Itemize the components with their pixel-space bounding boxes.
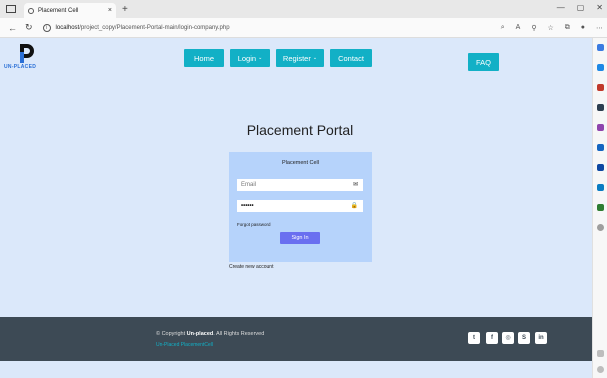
- nav-login-label: Login: [237, 53, 257, 63]
- page: UN-PLACED Home Login ⌄ Register ⌄ Contact …: [0, 38, 592, 378]
- sidebar-games-icon[interactable]: [597, 124, 604, 131]
- nav-contact[interactable]: Contact: [330, 49, 372, 67]
- create-account-link[interactable]: Create new account: [229, 264, 273, 270]
- sidebar-tools-icon[interactable]: [597, 104, 604, 111]
- sidebar-layout-icon[interactable]: [597, 350, 604, 357]
- extensions-icon[interactable]: ⚲: [531, 24, 536, 32]
- nav-home-label: Home: [193, 53, 214, 63]
- tab-actions-icon[interactable]: [6, 5, 16, 13]
- url-host: localhost: [55, 24, 80, 31]
- sidebar-settings-icon[interactable]: [597, 366, 604, 373]
- password-value: ••••••: [241, 203, 254, 209]
- email-icon: ✉: [352, 182, 358, 188]
- site-logo[interactable]: UN-PLACED: [4, 42, 50, 74]
- page-title: Placement Portal: [246, 122, 354, 138]
- sidebar-send-icon[interactable]: [597, 184, 604, 191]
- sidebar-bing-icon[interactable]: [597, 64, 604, 71]
- tab-favicon-icon: [28, 7, 34, 14]
- nav-faq[interactable]: FAQ: [468, 53, 499, 71]
- password-field[interactable]: •••••• 🔒: [237, 200, 363, 212]
- site-info-icon[interactable]: i: [42, 23, 51, 32]
- back-icon[interactable]: ←: [8, 23, 17, 33]
- tab-title: Placement Cell: [38, 7, 79, 14]
- chevron-down-icon: ⌄: [258, 55, 263, 61]
- copyright-brand: Un-placed: [186, 331, 214, 337]
- login-card: Placement Cell Email ✉ •••••• 🔒 Forgot p…: [229, 152, 372, 262]
- twitter-icon[interactable]: t: [468, 332, 480, 344]
- collections-icon[interactable]: ⧉: [565, 24, 570, 32]
- refresh-icon[interactable]: ↻: [25, 22, 33, 33]
- logo-text: UN-PLACED: [4, 64, 37, 70]
- profile-icon[interactable]: ●: [581, 24, 585, 32]
- read-aloud-icon[interactable]: A: [516, 24, 521, 32]
- new-tab-button[interactable]: +: [122, 4, 128, 15]
- facebook-icon[interactable]: f: [486, 332, 498, 344]
- nav-home[interactable]: Home: [184, 49, 224, 67]
- more-icon[interactable]: ⋯: [596, 24, 603, 32]
- sidebar-office-icon[interactable]: [597, 144, 604, 151]
- logo-icon: [20, 44, 34, 63]
- maximize-icon[interactable]: ▢: [577, 3, 585, 12]
- email-placeholder: Email: [241, 182, 257, 188]
- sidebar-shopping-icon[interactable]: [597, 84, 604, 91]
- nav-register-label: Register: [282, 53, 311, 63]
- sign-in-button[interactable]: Sign In: [280, 232, 320, 244]
- url-path: /project_copy/Placement-Portal-main/logi…: [79, 24, 230, 31]
- window-controls: — ▢ ✕: [557, 3, 603, 12]
- tab-close-icon[interactable]: ×: [108, 7, 112, 14]
- nav-login[interactable]: Login ⌄: [230, 49, 270, 67]
- footer-brand-link[interactable]: Un-Placed PlacementCell: [156, 342, 213, 348]
- browser-sidebar: [592, 38, 607, 378]
- instagram-icon[interactable]: ◎: [502, 332, 514, 344]
- sidebar-tree-icon[interactable]: [597, 204, 604, 211]
- nav-faq-label: FAQ: [475, 57, 491, 67]
- email-field[interactable]: Email ✉: [237, 179, 363, 191]
- browser-tab[interactable]: Placement Cell ×: [24, 3, 116, 18]
- favorites-icon[interactable]: ☆: [547, 24, 553, 32]
- copyright-suffix: . All Rights Reserved: [213, 331, 265, 337]
- copyright-text: © Copyright Un-placed. All Rights Reserv…: [156, 331, 264, 337]
- nav-register[interactable]: Register ⌄: [276, 49, 324, 67]
- chevron-down-icon: ⌄: [312, 55, 318, 61]
- login-card-heading: Placement Cell: [282, 160, 319, 166]
- url-field[interactable]: localhost/project_copy/Placement-Portal-…: [56, 25, 230, 31]
- sidebar-outlook-icon[interactable]: [597, 164, 604, 171]
- nav-contact-label: Contact: [338, 53, 364, 63]
- linkedin-icon[interactable]: in: [535, 332, 547, 344]
- lock-icon: 🔒: [350, 203, 358, 209]
- copyright-prefix: © Copyright: [156, 331, 187, 337]
- browser-tab-bar: Placement Cell × + — ▢ ✕: [0, 0, 607, 18]
- minimize-icon[interactable]: —: [557, 3, 565, 12]
- search-icon[interactable]: ⌕: [501, 24, 505, 32]
- close-window-icon[interactable]: ✕: [596, 3, 603, 12]
- sidebar-search-icon[interactable]: [597, 44, 604, 51]
- address-bar-actions: ⌕ A ⚲ ☆ ⧉ ● ⋯: [501, 24, 603, 32]
- forgot-password-link[interactable]: Forgot password: [237, 222, 271, 227]
- sidebar-add-icon[interactable]: [597, 224, 604, 231]
- footer: © Copyright Un-placed. All Rights Reserv…: [0, 317, 592, 361]
- address-bar: ← ↻ i localhost/project_copy/Placement-P…: [0, 18, 607, 38]
- skype-icon[interactable]: S: [518, 332, 530, 344]
